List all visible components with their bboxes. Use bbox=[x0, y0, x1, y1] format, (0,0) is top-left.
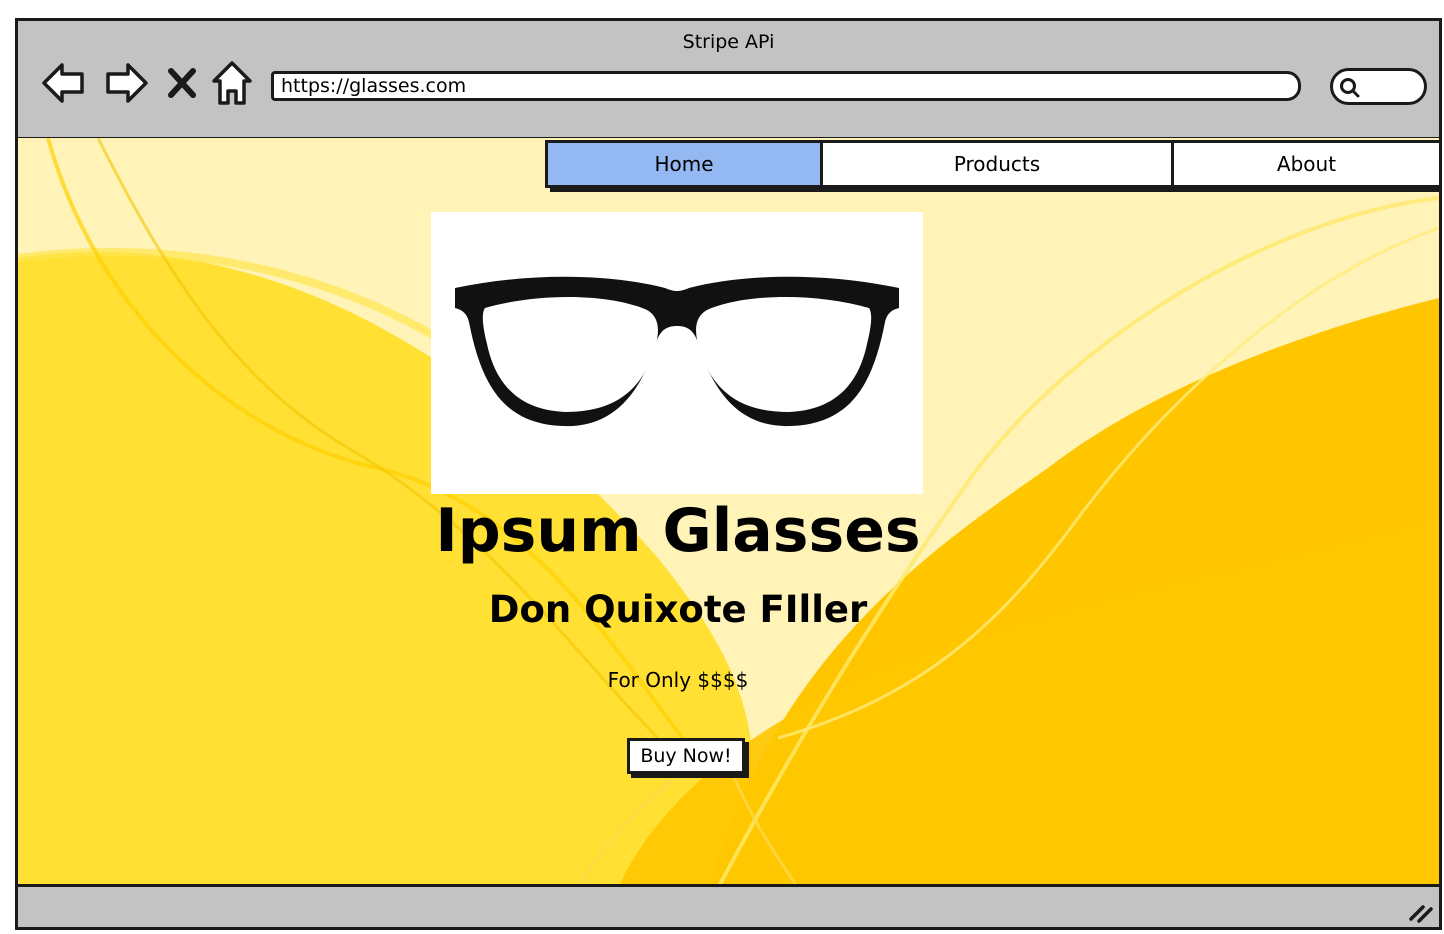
tab-products[interactable]: Products bbox=[823, 140, 1174, 188]
browser-window: Stripe APi https://glasses.com Home Prod… bbox=[15, 18, 1442, 930]
product-image bbox=[431, 212, 923, 494]
home-icon[interactable] bbox=[208, 59, 256, 107]
tab-about[interactable]: About bbox=[1174, 140, 1439, 188]
browser-toolbar: Stripe APi https://glasses.com bbox=[18, 21, 1439, 140]
resize-grip-icon[interactable] bbox=[1407, 899, 1435, 923]
address-bar[interactable]: https://glasses.com bbox=[271, 71, 1301, 101]
stop-icon[interactable] bbox=[164, 59, 200, 107]
product-title: Ipsum Glasses bbox=[435, 496, 921, 566]
tabs-shadow bbox=[550, 188, 1439, 192]
status-bar bbox=[18, 884, 1439, 927]
search-box[interactable] bbox=[1330, 68, 1427, 105]
product-subtitle: Don Quixote FIller bbox=[488, 588, 868, 631]
back-icon[interactable] bbox=[40, 59, 88, 107]
forward-icon[interactable] bbox=[102, 59, 150, 107]
buy-now-button[interactable]: Buy Now! bbox=[627, 738, 745, 774]
nav-tabs: Home Products About bbox=[545, 140, 1439, 192]
tab-home[interactable]: Home bbox=[545, 140, 823, 188]
glasses-icon bbox=[455, 276, 899, 427]
page-content: Home Products About Ipsum Glasses Don Qu… bbox=[18, 138, 1439, 888]
search-icon bbox=[1340, 78, 1360, 98]
product-price: For Only $$$$ bbox=[607, 668, 749, 692]
window-title: Stripe APi bbox=[682, 31, 775, 53]
